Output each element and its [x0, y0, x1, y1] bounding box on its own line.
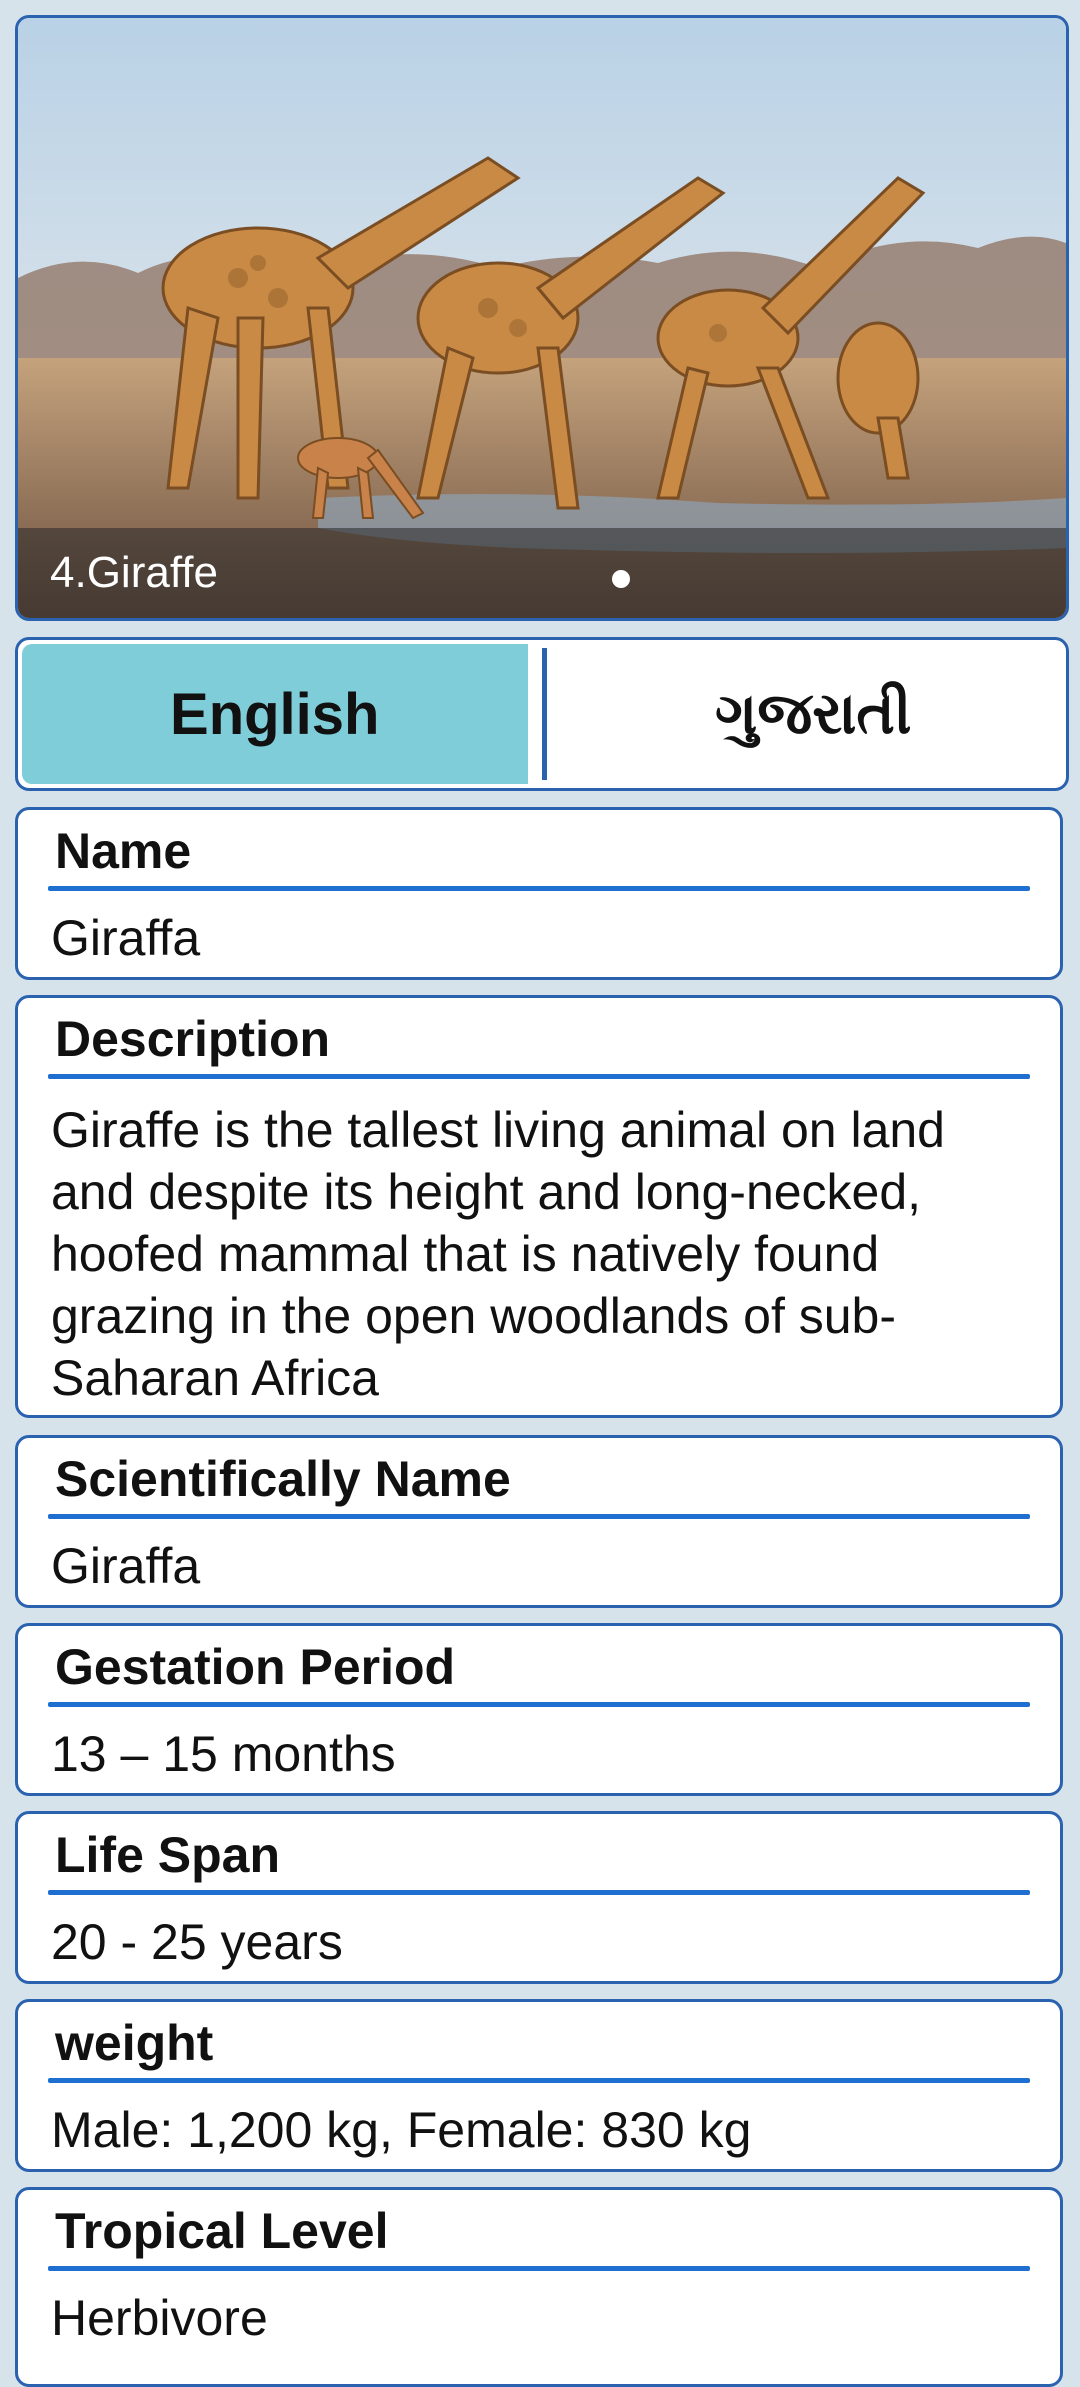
weight-card: weight Male: 1,200 kg, Female: 830 kg [15, 1999, 1063, 2172]
scientific-name-value: Giraffa [51, 1538, 201, 1594]
divider [48, 1514, 1030, 1519]
divider [48, 2078, 1030, 2083]
page-indicator-dot[interactable] [612, 570, 630, 588]
divider [48, 1702, 1030, 1707]
lifespan-label: Life Span [55, 1827, 281, 1883]
divider [48, 886, 1030, 891]
animal-image-slider[interactable]: 4.Giraffe [15, 15, 1069, 621]
scientific-name-label: Scientifically Name [55, 1451, 511, 1507]
gestation-label: Gestation Period [55, 1639, 456, 1695]
name-card: Name Giraffa [15, 807, 1063, 980]
language-switch: English ગુજરાતી [15, 637, 1069, 791]
tropical-level-label: Tropical Level [55, 2203, 389, 2259]
divider [48, 2266, 1030, 2271]
tropical-level-card: Tropical Level Herbivore [15, 2187, 1063, 2387]
divider [48, 1890, 1030, 1895]
tab-english[interactable]: English [22, 644, 528, 784]
lifespan-card: Life Span 20 - 25 years [15, 1811, 1063, 1984]
name-value: Giraffa [51, 910, 201, 966]
gestation-card: Gestation Period 13 – 15 months [15, 1623, 1063, 1796]
weight-label: weight [55, 2015, 214, 2071]
description-label: Description [55, 1011, 331, 1067]
divider [48, 1074, 1030, 1079]
description-card: Description Giraffe is the tallest livin… [15, 995, 1063, 1418]
weight-value: Male: 1,200 kg, Female: 830 kg [51, 2102, 752, 2158]
name-label: Name [55, 823, 192, 879]
tab-gujarati[interactable]: ગુજરાતી [561, 640, 1067, 788]
language-divider [541, 648, 547, 780]
image-title: 4.Giraffe [50, 548, 218, 597]
image-caption-bar: 4.Giraffe [18, 528, 1066, 618]
gestation-value: 13 – 15 months [51, 1726, 396, 1782]
scientific-name-card: Scientifically Name Giraffa [15, 1435, 1063, 1608]
lifespan-value: 20 - 25 years [51, 1914, 343, 1970]
description-value: Giraffe is the tallest living animal on … [51, 1102, 945, 1406]
